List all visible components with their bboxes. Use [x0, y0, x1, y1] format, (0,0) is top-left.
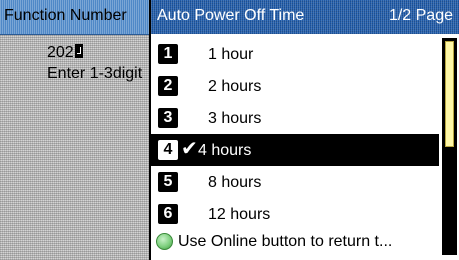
option-label: 12 hours	[208, 206, 271, 223]
function-number-title: Function Number	[4, 7, 127, 24]
page-indicator: 1/2 Page	[388, 7, 453, 24]
option-list: 1 ✔ 1 hour 2 ✔ 2 hours 3 ✔ 3 hours 4 ✔ 4…	[151, 38, 439, 230]
dialog-title: Auto Power Off Time	[157, 7, 305, 24]
option-number-badge: 1	[158, 44, 178, 64]
option-number-badge: 2	[158, 76, 178, 96]
function-number-value: 202	[47, 44, 74, 61]
scrollbar[interactable]	[442, 38, 457, 255]
footer-hint: Use Online button to return t...	[151, 230, 439, 256]
function-number-input[interactable]: 202	[47, 44, 83, 62]
option-label: 1 hour	[208, 46, 254, 63]
option-label: 2 hours	[208, 78, 262, 95]
option-label: 8 hours	[208, 174, 262, 191]
option-number-badge: 3	[158, 108, 178, 128]
option-item-2-hours[interactable]: 2 ✔ 2 hours	[151, 70, 439, 102]
option-number-badge: 5	[158, 172, 178, 192]
scroll-thumb[interactable]	[445, 41, 454, 147]
option-label: 3 hours	[208, 110, 262, 127]
option-item-1-hour[interactable]: 1 ✔ 1 hour	[151, 38, 439, 70]
option-item-4-hours-selected[interactable]: 4 ✔ 4 hours	[151, 134, 439, 166]
function-number-panel: Function Number 202 Enter 1-3digit	[0, 0, 170, 260]
enter-cursor-icon	[74, 44, 83, 58]
option-number-badge: 4	[158, 140, 178, 160]
function-number-header: Function Number	[0, 0, 170, 35]
function-number-hint: Enter 1-3digit	[47, 65, 143, 82]
check-mark-icon: ✔	[181, 138, 198, 160]
online-button-icon	[156, 233, 173, 250]
printer-panel-screen: Function Number 202 Enter 1-3digit Auto …	[0, 0, 459, 260]
option-label: 4 hours	[198, 142, 252, 159]
option-item-8-hours[interactable]: 5 ✔ 8 hours	[151, 166, 439, 198]
option-number-badge: 6	[158, 204, 178, 224]
auto-power-off-dialog: Auto Power Off Time 1/2 Page 1 ✔ 1 hour …	[149, 0, 459, 260]
option-item-12-hours[interactable]: 6 ✔ 12 hours	[151, 198, 439, 230]
option-item-3-hours[interactable]: 3 ✔ 3 hours	[151, 102, 439, 134]
footer-hint-text: Use Online button to return t...	[178, 233, 393, 250]
dialog-header: Auto Power Off Time 1/2 Page	[151, 0, 459, 34]
